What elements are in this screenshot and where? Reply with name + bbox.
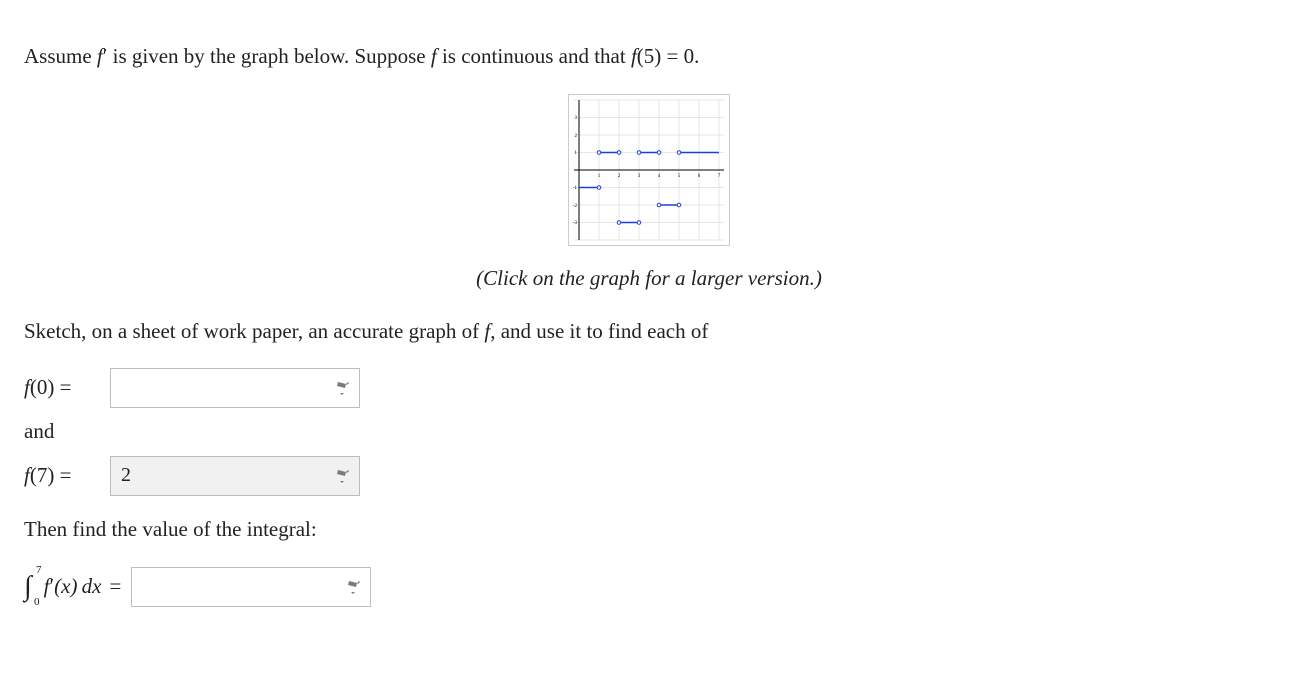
svg-text:5: 5 (678, 174, 681, 179)
svg-text:-3: -3 (573, 221, 578, 226)
svg-text:7: 7 (718, 174, 721, 179)
svg-text:3: 3 (638, 174, 641, 179)
svg-text:6: 6 (698, 174, 701, 179)
then-text: Then find the value of the integral: (24, 514, 1274, 546)
svg-text:1: 1 (598, 174, 601, 179)
graph-caption: (Click on the graph for a larger version… (24, 263, 1274, 295)
and-text: and (24, 416, 1274, 448)
sketch-instruction: Sketch, on a sheet of work paper, an acc… (24, 316, 1274, 348)
svg-text:-1: -1 (573, 186, 578, 191)
integral-input[interactable] (131, 567, 371, 607)
svg-text:4: 4 (658, 174, 661, 179)
integral-equation-dropdown[interactable] (345, 577, 365, 597)
intro-paragraph: Assume f′ is given by the graph below. S… (24, 41, 1274, 73)
f7-label: f(7) = (24, 460, 102, 492)
f7-input[interactable] (110, 456, 360, 496)
svg-text:3: 3 (575, 116, 578, 121)
f0-input[interactable] (110, 368, 360, 408)
svg-text:1: 1 (575, 151, 578, 156)
f0-equation-dropdown[interactable] (334, 378, 354, 398)
svg-text:-2: -2 (573, 204, 578, 209)
derivative-graph: 1 2 3 4 5 6 7 1 2 3 -1 -2 -3 (568, 94, 730, 246)
graph-thumbnail-link[interactable]: 1 2 3 4 5 6 7 1 2 3 -1 -2 -3 (568, 94, 730, 246)
f0-label: f(0) = (24, 372, 102, 404)
integral-label: ∫70 f′(x) dx = (24, 566, 121, 608)
f7-equation-dropdown[interactable] (334, 466, 354, 486)
svg-text:2: 2 (618, 174, 621, 179)
